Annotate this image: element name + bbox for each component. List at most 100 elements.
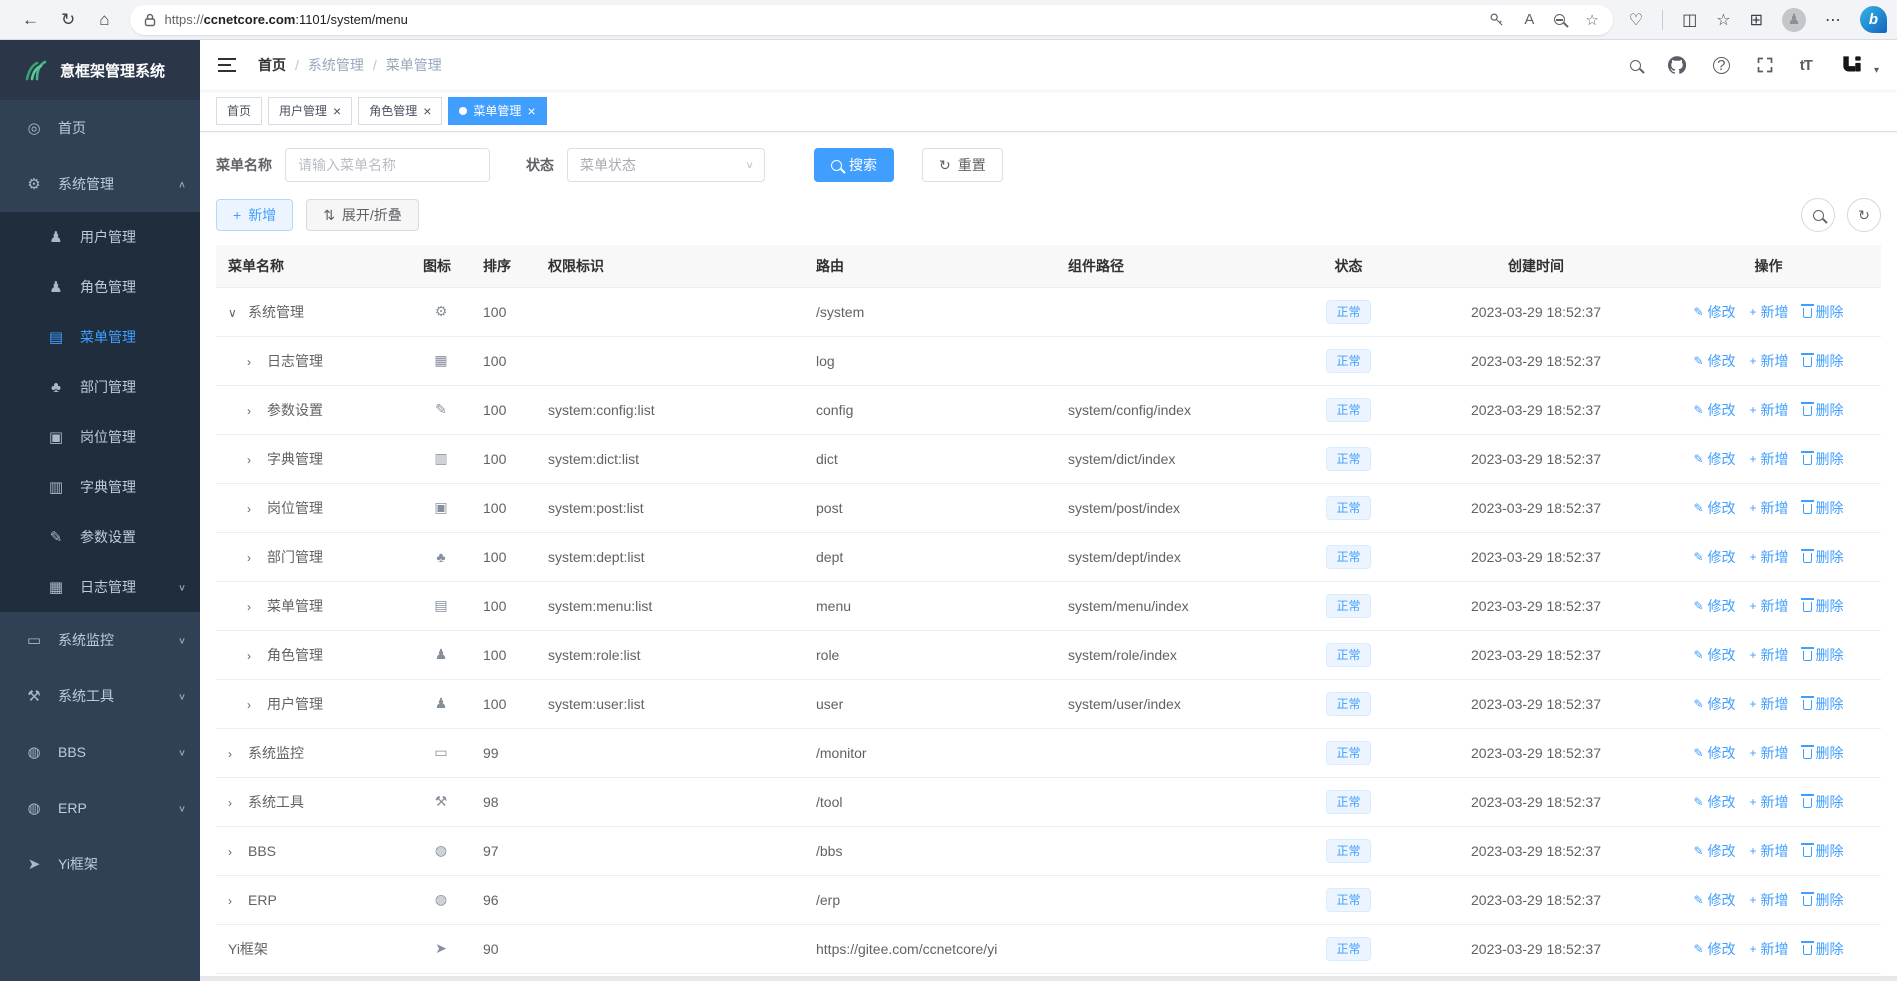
add-link[interactable]: + 新增 [1750,939,1789,959]
back-icon[interactable]: ← [22,11,39,28]
delete-link[interactable]: 删除 [1800,890,1844,910]
expand-closed-icon[interactable]: › [247,453,267,467]
sidebar-item-role-manage[interactable]: ♟ 角色管理 [0,262,200,312]
expand-closed-icon[interactable]: › [228,796,248,810]
github-icon[interactable] [1667,56,1686,74]
add-link[interactable]: + 新增 [1750,498,1789,518]
more-menu-icon[interactable]: ⋯ [1825,10,1841,30]
delete-link[interactable]: 删除 [1800,694,1844,714]
edit-link[interactable]: ✎ 修改 [1693,449,1735,469]
delete-link[interactable]: 删除 [1800,449,1844,469]
tab-role-manage[interactable]: 角色管理 × [358,96,443,125]
expand-closed-icon[interactable]: › [247,649,267,663]
edit-link[interactable]: ✎ 修改 [1693,890,1735,910]
sidebar-item-log-manage[interactable]: ▦ 日志管理 ∨ [0,562,200,612]
expand-closed-icon[interactable]: › [247,355,267,369]
reset-button[interactable]: ↻ 重置 [922,148,1003,182]
add-link[interactable]: + 新增 [1750,351,1789,371]
edit-link[interactable]: ✎ 修改 [1693,302,1735,322]
sidebar-item-config-setting[interactable]: ✎ 参数设置 [0,512,200,562]
add-link[interactable]: + 新增 [1750,596,1789,616]
yi-logo-avatar[interactable] [1839,52,1865,78]
edit-link[interactable]: ✎ 修改 [1693,596,1735,616]
bing-sidebar-icon[interactable]: b [1860,6,1887,33]
add-link[interactable]: + 新增 [1750,694,1789,714]
delete-link[interactable]: 删除 [1800,645,1844,665]
edit-link[interactable]: ✎ 修改 [1693,939,1735,959]
expand-closed-icon[interactable]: › [247,600,267,614]
fullscreen-icon[interactable] [1757,57,1773,73]
sidebar-item-yi-framework[interactable]: ➤ Yi框架 [0,836,200,892]
sidebar-item-menu-manage[interactable]: ▤ 菜单管理 [0,312,200,362]
search-button[interactable]: 搜索 [814,148,894,182]
expand-closed-icon[interactable]: › [247,502,267,516]
edit-link[interactable]: ✎ 修改 [1693,498,1735,518]
delete-link[interactable]: 删除 [1800,302,1844,322]
expand-closed-icon[interactable]: › [228,894,248,908]
edit-link[interactable]: ✎ 修改 [1693,547,1735,567]
delete-link[interactable]: 删除 [1800,547,1844,567]
close-icon[interactable]: × [423,104,431,118]
expand-closed-icon[interactable]: › [228,747,248,761]
sidebar-item-system-monitor[interactable]: ▭ 系统监控 ∨ [0,612,200,668]
add-button[interactable]: + 新增 [216,199,294,231]
sidebar-item-system-tool[interactable]: ⚒ 系统工具 ∨ [0,668,200,724]
sidebar-item-system-manage[interactable]: ⚙ 系统管理 ∧ [0,156,200,212]
add-link[interactable]: + 新增 [1750,400,1789,420]
add-link[interactable]: + 新增 [1750,743,1789,763]
sidebar-item-erp[interactable]: ◍ ERP ∨ [0,780,200,836]
add-link[interactable]: + 新增 [1750,890,1789,910]
status-select[interactable]: 菜单状态 ∨ [567,148,765,182]
add-link[interactable]: + 新增 [1750,792,1789,812]
breadcrumb-home[interactable]: 首页 [258,55,286,75]
edit-link[interactable]: ✎ 修改 [1693,400,1735,420]
search-icon[interactable] [1629,59,1641,71]
profile-avatar[interactable]: ♟ [1782,7,1806,32]
delete-link[interactable]: 删除 [1800,743,1844,763]
edit-link[interactable]: ✎ 修改 [1693,351,1735,371]
delete-link[interactable]: 删除 [1800,498,1844,518]
expand-closed-icon[interactable]: › [247,551,267,565]
delete-link[interactable]: 删除 [1800,939,1844,959]
edit-link[interactable]: ✎ 修改 [1693,645,1735,665]
close-icon[interactable]: × [527,104,535,118]
show-search-button[interactable] [1801,198,1835,232]
read-aloud-icon[interactable]: A [1524,11,1534,28]
delete-link[interactable]: 删除 [1800,400,1844,420]
tab-menu-manage[interactable]: 菜单管理 × [448,96,547,125]
app-logo[interactable]: 意框架管理系统 [0,40,200,100]
sidebar-item-dict-manage[interactable]: ▥ 字典管理 [0,462,200,512]
breadcrumb-system[interactable]: 系统管理 [308,55,364,75]
zoom-out-icon[interactable] [1554,14,1566,25]
tab-user-manage[interactable]: 用户管理 × [268,96,353,125]
password-key-icon[interactable] [1489,12,1504,27]
delete-link[interactable]: 删除 [1800,792,1844,812]
delete-link[interactable]: 删除 [1800,351,1844,371]
add-link[interactable]: + 新增 [1750,302,1789,322]
close-icon[interactable]: × [333,104,341,118]
expand-closed-icon[interactable]: › [228,845,248,859]
sidebar-item-dept-manage[interactable]: ♣ 部门管理 [0,362,200,412]
sidebar-item-post-manage[interactable]: ▣ 岗位管理 [0,412,200,462]
menu-name-input[interactable] [285,148,490,182]
sidebar-item-home[interactable]: ◎ 首页 [0,100,200,156]
browser-essentials-icon[interactable]: ♡ [1629,10,1643,30]
collections-icon[interactable]: ⊞ [1750,10,1763,30]
add-favorite-star-icon[interactable]: ☆ [1585,11,1598,29]
add-link[interactable]: + 新增 [1750,645,1789,665]
font-size-icon[interactable]: tT [1800,57,1813,74]
sidebar-item-user-manage[interactable]: ♟ 用户管理 [0,212,200,262]
refresh-table-button[interactable]: ↻ [1847,198,1881,232]
add-link[interactable]: + 新增 [1750,547,1789,567]
help-icon[interactable]: ? [1712,56,1730,74]
edit-link[interactable]: ✎ 修改 [1693,694,1735,714]
favorites-icon[interactable]: ☆ [1716,10,1730,30]
sidebar-collapse-icon[interactable] [218,58,236,72]
sidebar-item-bbs[interactable]: ◍ BBS ∨ [0,724,200,780]
tab-home[interactable]: 首页 [216,96,263,125]
edit-link[interactable]: ✎ 修改 [1693,792,1735,812]
expand-closed-icon[interactable]: › [247,404,267,418]
add-link[interactable]: + 新增 [1750,449,1789,469]
expand-closed-icon[interactable]: › [247,698,267,712]
address-bar[interactable]: https://ccnetcore.com:1101/system/menu A… [129,4,1613,35]
